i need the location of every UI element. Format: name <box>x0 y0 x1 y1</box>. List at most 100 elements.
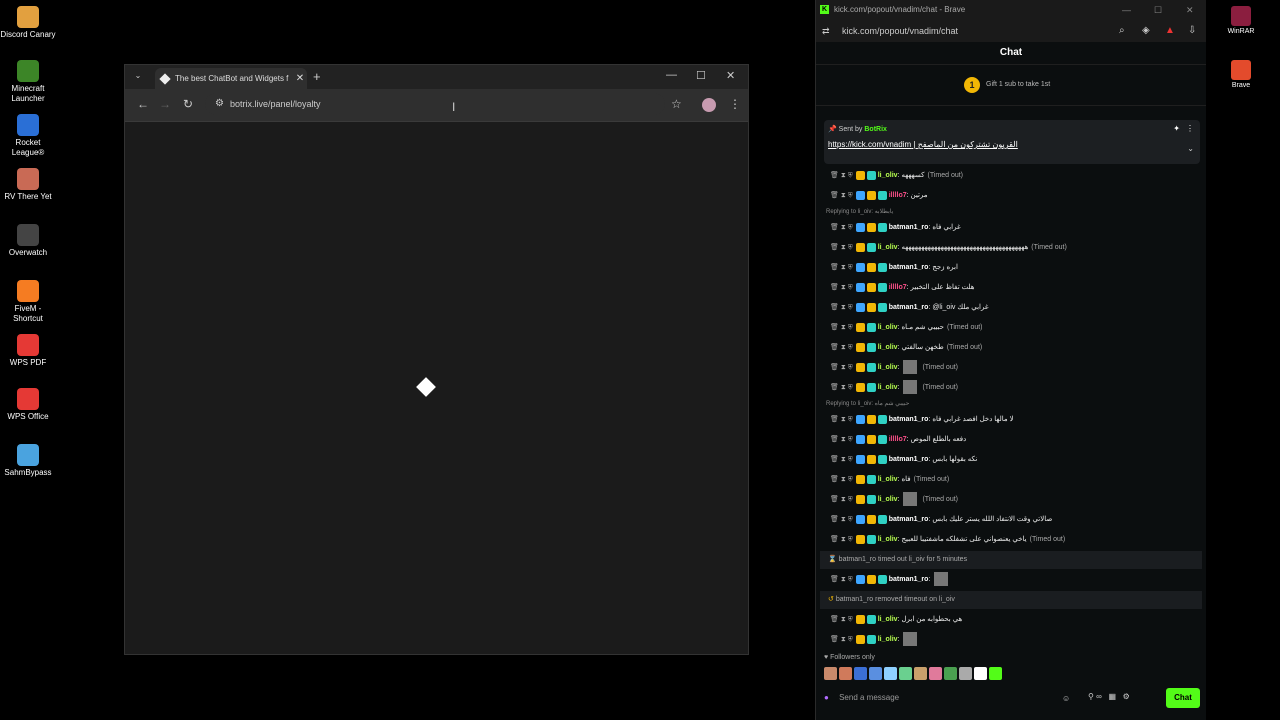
mod-action-icons[interactable]: 🗑 ⧗ ⛨ <box>830 410 853 430</box>
chat-message[interactable]: 🗑 ⧗ ⛨ li_oliv: حبيبي شم مـاه (Timed out) <box>816 318 1206 338</box>
desktop-shortcut[interactable]: Brave <box>1217 60 1265 89</box>
mod-action-icons[interactable]: 🗑 ⧗ ⛨ <box>830 218 853 238</box>
mod-action-icons[interactable]: 🗑 ⧗ ⛨ <box>830 490 853 510</box>
close-window-button[interactable]: ✕ <box>726 69 735 82</box>
chat-message[interactable]: 🗑 ⧗ ⛨ illllo7: مرتين <box>816 186 1206 206</box>
quick-emote[interactable] <box>929 667 942 680</box>
quick-emote[interactable] <box>899 667 912 680</box>
mod-action-icons[interactable]: 🗑 ⧗ ⛨ <box>830 510 853 530</box>
quick-emote[interactable] <box>974 667 987 680</box>
desktop-shortcut[interactable]: RV There Yet <box>0 168 56 202</box>
mod-action-icons[interactable]: 🗑 ⧗ ⛨ <box>830 298 853 318</box>
chat-username[interactable]: li_oliv <box>878 244 898 251</box>
site-settings-icon[interactable]: ⇄ <box>822 20 830 42</box>
quick-emote[interactable] <box>839 667 852 680</box>
chat-username[interactable]: li_oliv <box>878 364 898 371</box>
download-icon[interactable]: ⇩ <box>1188 20 1196 42</box>
gift-leaderboard[interactable]: 1 Gift 1 sub to take 1st <box>816 65 1206 106</box>
chat-username[interactable]: batman1_ro <box>889 264 929 271</box>
desktop-shortcut[interactable]: Discord Canary <box>0 6 56 40</box>
chat-message[interactable]: 🗑 ⧗ ⛨ batman1_ro: نكه بقولها بابس <box>816 450 1206 470</box>
mod-action-icons[interactable]: 🗑 ⧗ ⛨ <box>830 238 853 258</box>
desktop-shortcut[interactable]: Minecraft Launcher <box>0 60 56 104</box>
send-chat-button[interactable]: Chat <box>1166 688 1200 708</box>
chat-username[interactable]: batman1_ro <box>889 224 929 231</box>
chat-message[interactable]: 🗑 ⧗ ⛨ li_oliv: هي بحطوابه من ابرل <box>816 610 1206 630</box>
chat-username[interactable]: illllo7 <box>889 284 907 291</box>
close-tab-icon[interactable]: ✕ <box>293 73 307 84</box>
mod-action-icons[interactable]: 🗑 ⧗ ⛨ <box>830 530 853 550</box>
mod-action-icons[interactable]: 🗑 ⧗ ⛨ <box>830 450 853 470</box>
quick-emote[interactable] <box>869 667 882 680</box>
profile-avatar[interactable] <box>702 98 716 112</box>
chat-username[interactable]: illllo7 <box>889 436 907 443</box>
mod-action-icons[interactable]: 🗑 ⧗ ⛨ <box>830 278 853 298</box>
chat-username[interactable]: batman1_ro <box>889 576 929 583</box>
menu-icon[interactable]: ⋮ <box>729 97 741 111</box>
chat-username[interactable]: li_oliv <box>878 172 898 179</box>
chat-username[interactable]: illllo7 <box>889 192 907 199</box>
chat-username[interactable]: batman1_ro <box>889 416 929 423</box>
chat-username[interactable]: li_oliv <box>878 636 898 643</box>
desktop-shortcut[interactable]: Overwatch <box>0 224 56 258</box>
emoji-icon[interactable]: ☺ <box>1062 694 1070 703</box>
chat-username[interactable]: li_oliv <box>878 476 898 483</box>
mod-action-icons[interactable]: 🗑 ⧗ ⛨ <box>830 430 853 450</box>
tab-botrix[interactable]: The best ChatBot and Widgets f ✕ <box>155 68 307 89</box>
mic-icon[interactable]: ● <box>824 693 829 702</box>
desktop-shortcut[interactable]: WinRAR <box>1217 6 1265 35</box>
tab-search-icon[interactable]: ⌄ <box>131 71 145 85</box>
quick-emote[interactable] <box>884 667 897 680</box>
chat-message[interactable]: 🗑 ⧗ ⛨ li_oliv: <box>816 630 1206 650</box>
chat-message[interactable]: 🗑 ⧗ ⛨ batman1_ro: @li_oiv غرابي ملك <box>816 298 1206 318</box>
chat-message[interactable]: 🗑 ⧗ ⛨ batman1_ro: صالاتي وقت الانتفاد الل… <box>816 510 1206 530</box>
desktop-shortcut[interactable]: FiveM - Shortcut <box>0 280 56 324</box>
chat-message[interactable]: 🗑 ⧗ ⛨ batman1_ro: غرابي فاه <box>816 218 1206 238</box>
mod-action-icons[interactable]: 🗑 ⧗ ⛨ <box>830 378 853 398</box>
desktop-shortcut[interactable]: WPS Office <box>0 388 56 422</box>
chat-message[interactable]: 🗑 ⧗ ⛨ batman1_ro: لا مالها دخل افصد غرابي… <box>816 410 1206 430</box>
bookmark-star-icon[interactable]: ☆ <box>671 97 682 111</box>
chat-username[interactable]: li_oliv <box>878 536 898 543</box>
chat-message[interactable]: 🗑 ⧗ ⛨ illllo7: دفعه بالطلع الموص <box>816 430 1206 450</box>
forward-button[interactable]: → <box>159 97 171 111</box>
chat-message[interactable]: 🗑 ⧗ ⛨ li_oliv: كسهههه (Timed out) <box>816 166 1206 186</box>
mod-action-icons[interactable]: 🗑 ⧗ ⛨ <box>830 630 853 650</box>
address-bar[interactable]: ⚙ botrix.live/panel/loyalty <box>205 93 665 115</box>
mod-action-icons[interactable]: 🗑 ⧗ ⛨ <box>830 338 853 358</box>
chevron-down-icon[interactable]: ⌄ <box>1187 144 1194 153</box>
minimize-button[interactable]: — <box>1122 0 1131 20</box>
chat-message[interactable]: 🗑 ⧗ ⛨ li_oliv: (Timed out) <box>816 358 1206 378</box>
chat-username[interactable]: li_oliv <box>878 616 898 623</box>
pinned-link[interactable]: https://kick.com/vnadim | القريون تشتركو… <box>828 140 1018 149</box>
address-bar[interactable]: ⇄ kick.com/popout/vnadim/chat ⌕ ◈ ▲ ⇩ <box>816 20 1206 42</box>
chat-message[interactable]: 🗑 ⧗ ⛨ li_oliv: هههههههههههههههههههههههههه… <box>816 238 1206 258</box>
quick-emote[interactable] <box>959 667 972 680</box>
quick-emote[interactable] <box>914 667 927 680</box>
chat-message[interactable]: 🗑 ⧗ ⛨ li_oliv: طخهن سالفتي (Timed out) <box>816 338 1206 358</box>
chat-message[interactable]: 🗑 ⧗ ⛨ batman1_ro: ابره زجج <box>816 258 1206 278</box>
chat-input[interactable]: ● Send a message <box>824 688 1074 708</box>
new-tab-button[interactable]: + <box>313 69 321 84</box>
site-info-icon[interactable]: ⚙ <box>215 93 224 115</box>
chat-username[interactable]: li_oliv <box>878 496 898 503</box>
mod-action-icons[interactable]: 🗑 ⧗ ⛨ <box>830 610 853 630</box>
mod-action-icons[interactable]: 🗑 ⧗ ⛨ <box>830 570 853 590</box>
chat-username[interactable]: batman1_ro <box>889 304 929 311</box>
chat-message[interactable]: 🗑 ⧗ ⛨ li_oliv: (Timed out) <box>816 378 1206 398</box>
quick-emote[interactable] <box>944 667 957 680</box>
bot-name[interactable]: BotRix <box>864 126 887 133</box>
reload-button[interactable]: ↻ <box>183 97 193 111</box>
pinned-link-text[interactable]: https://kick.com/vnadim <box>828 140 911 149</box>
chat-username[interactable]: batman1_ro <box>889 516 929 523</box>
chat-username[interactable]: li_oliv <box>878 324 898 331</box>
back-button[interactable]: ← <box>137 97 149 111</box>
zoom-icon[interactable]: ⌕ <box>1119 20 1125 42</box>
quick-emote[interactable] <box>854 667 867 680</box>
mod-action-icons[interactable]: 🗑 ⧗ ⛨ <box>830 166 853 186</box>
chat-message[interactable]: 🗑 ⧗ ⛨ batman1_ro: <box>816 570 1206 590</box>
mod-action-icons[interactable]: 🗑 ⧗ ⛨ <box>830 358 853 378</box>
maximize-button[interactable]: ☐ <box>1154 0 1162 20</box>
more-options-icon[interactable]: ⋮ <box>1186 124 1194 133</box>
desktop-shortcut[interactable]: WPS PDF <box>0 334 56 368</box>
